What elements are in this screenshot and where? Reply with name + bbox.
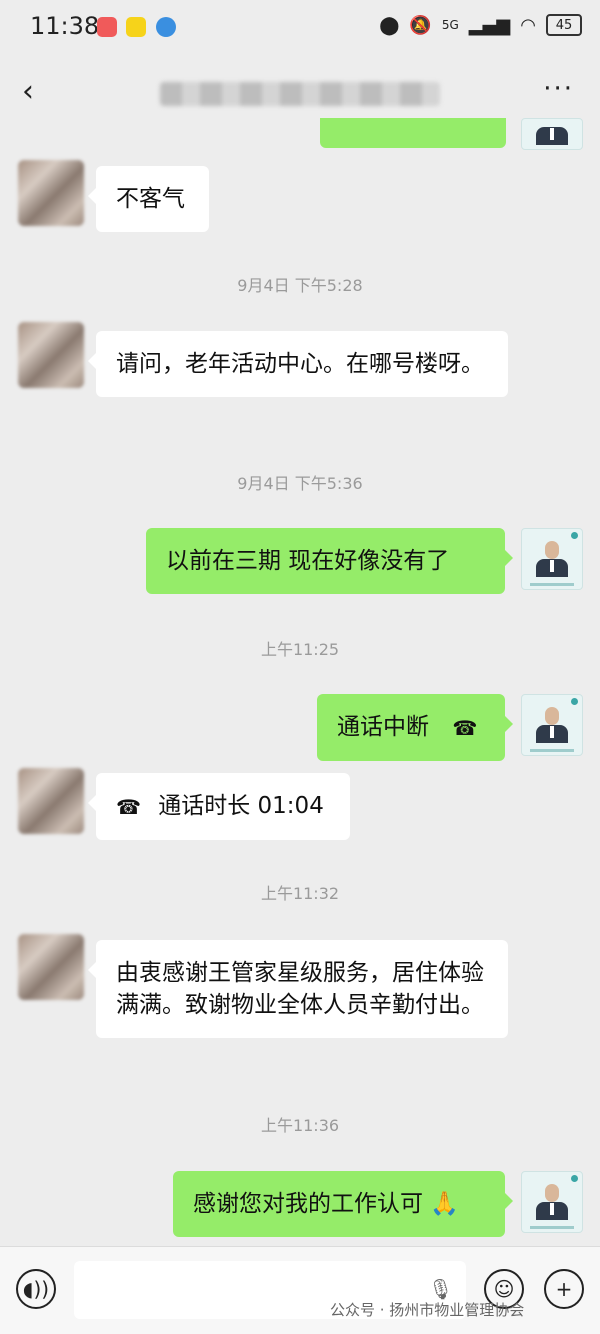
previous-message-bubble bbox=[320, 118, 506, 148]
customer-avatar[interactable] bbox=[18, 160, 84, 226]
call-status-bubble[interactable]: 通话中断 ☎ bbox=[317, 694, 513, 761]
timestamp: 上午11:36 bbox=[260, 1116, 340, 1135]
customer-avatar[interactable] bbox=[18, 322, 84, 388]
call-duration-bubble[interactable]: ☎ 通话时长 01:04 bbox=[88, 773, 350, 840]
status-bar: 11:38 ⬤ 🔕 5G ▂▄▆ ◠ 45 bbox=[0, 0, 600, 56]
timestamp: 9月4日 下午5:36 bbox=[237, 474, 363, 493]
timestamp: 上午11:25 bbox=[260, 640, 340, 659]
message-bubble-outgoing: 以前在三期 现在好像没有了 bbox=[146, 528, 513, 594]
input-bar: ◖)) 🎙 ☺ + bbox=[0, 1246, 600, 1334]
message-text: 感谢您对我的工作认可 bbox=[193, 1191, 423, 1217]
agent-avatar[interactable] bbox=[521, 694, 583, 756]
shopping-app-icon bbox=[97, 17, 117, 37]
agent-avatar[interactable] bbox=[521, 1171, 583, 1233]
message-bubble-outgoing: 感谢您对我的工作认可 🙏 bbox=[173, 1171, 513, 1237]
message-text: 以前在三期 现在好像没有了 bbox=[166, 548, 450, 574]
agent-avatar[interactable] bbox=[521, 528, 583, 590]
message-text: 通话中断 bbox=[337, 714, 429, 740]
message-bubble-incoming: 由衷感谢王管家星级服务，居住体验满满。致谢物业全体人员辛勤付出。 bbox=[88, 940, 508, 1038]
chat-header: ‹ ··· bbox=[0, 56, 600, 128]
more-options-icon[interactable]: ··· bbox=[543, 74, 574, 104]
signal-icon: ▂▄▆ bbox=[468, 14, 511, 36]
location-icon: ⬤ bbox=[379, 14, 400, 36]
message-bubble-incoming: 不客气 bbox=[88, 166, 209, 232]
message-text: 通话时长 01:04 bbox=[158, 793, 324, 819]
chat-title-blurred bbox=[160, 82, 440, 106]
agent-avatar[interactable] bbox=[521, 118, 583, 150]
message-text: 由衷感谢王管家星级服务，居住体验满满。致谢物业全体人员辛勤付出。 bbox=[116, 960, 484, 1018]
watermark: 公众号 · 扬州市物业管理协会 bbox=[330, 1301, 525, 1319]
hangup-phone-icon: ☎ bbox=[452, 715, 478, 740]
folded-hands-emoji-icon: 🙏 bbox=[430, 1191, 459, 1217]
voice-toggle-icon[interactable]: ◖)) bbox=[16, 1269, 56, 1309]
wifi-icon: ◠ bbox=[520, 14, 536, 36]
timestamp: 9月4日 下午5:28 bbox=[237, 276, 363, 295]
customer-avatar[interactable] bbox=[18, 934, 84, 1000]
customer-avatar[interactable] bbox=[18, 768, 84, 834]
browser-app-icon bbox=[156, 17, 176, 37]
back-chevron-icon[interactable]: ‹ bbox=[22, 74, 34, 109]
hangup-phone-icon: ☎ bbox=[116, 794, 141, 819]
battery-icon: 45 bbox=[546, 14, 582, 36]
mute-icon: 🔕 bbox=[409, 14, 432, 36]
message-text: 请问，老年活动中心。在哪号楼呀。 bbox=[116, 351, 484, 377]
status-time: 11:38 bbox=[30, 12, 100, 40]
more-plus-icon[interactable]: + bbox=[544, 1269, 584, 1309]
network-label: 5G bbox=[441, 18, 459, 32]
bowtie-app-icon bbox=[126, 17, 146, 37]
status-icons: ⬤ 🔕 5G ▂▄▆ ◠ 45 bbox=[379, 14, 582, 36]
message-bubble-incoming: 请问，老年活动中心。在哪号楼呀。 bbox=[88, 331, 508, 397]
message-text: 不客气 bbox=[116, 186, 185, 212]
microphone-icon[interactable]: 🎙 bbox=[428, 1277, 453, 1301]
timestamp: 上午11:32 bbox=[260, 884, 340, 903]
